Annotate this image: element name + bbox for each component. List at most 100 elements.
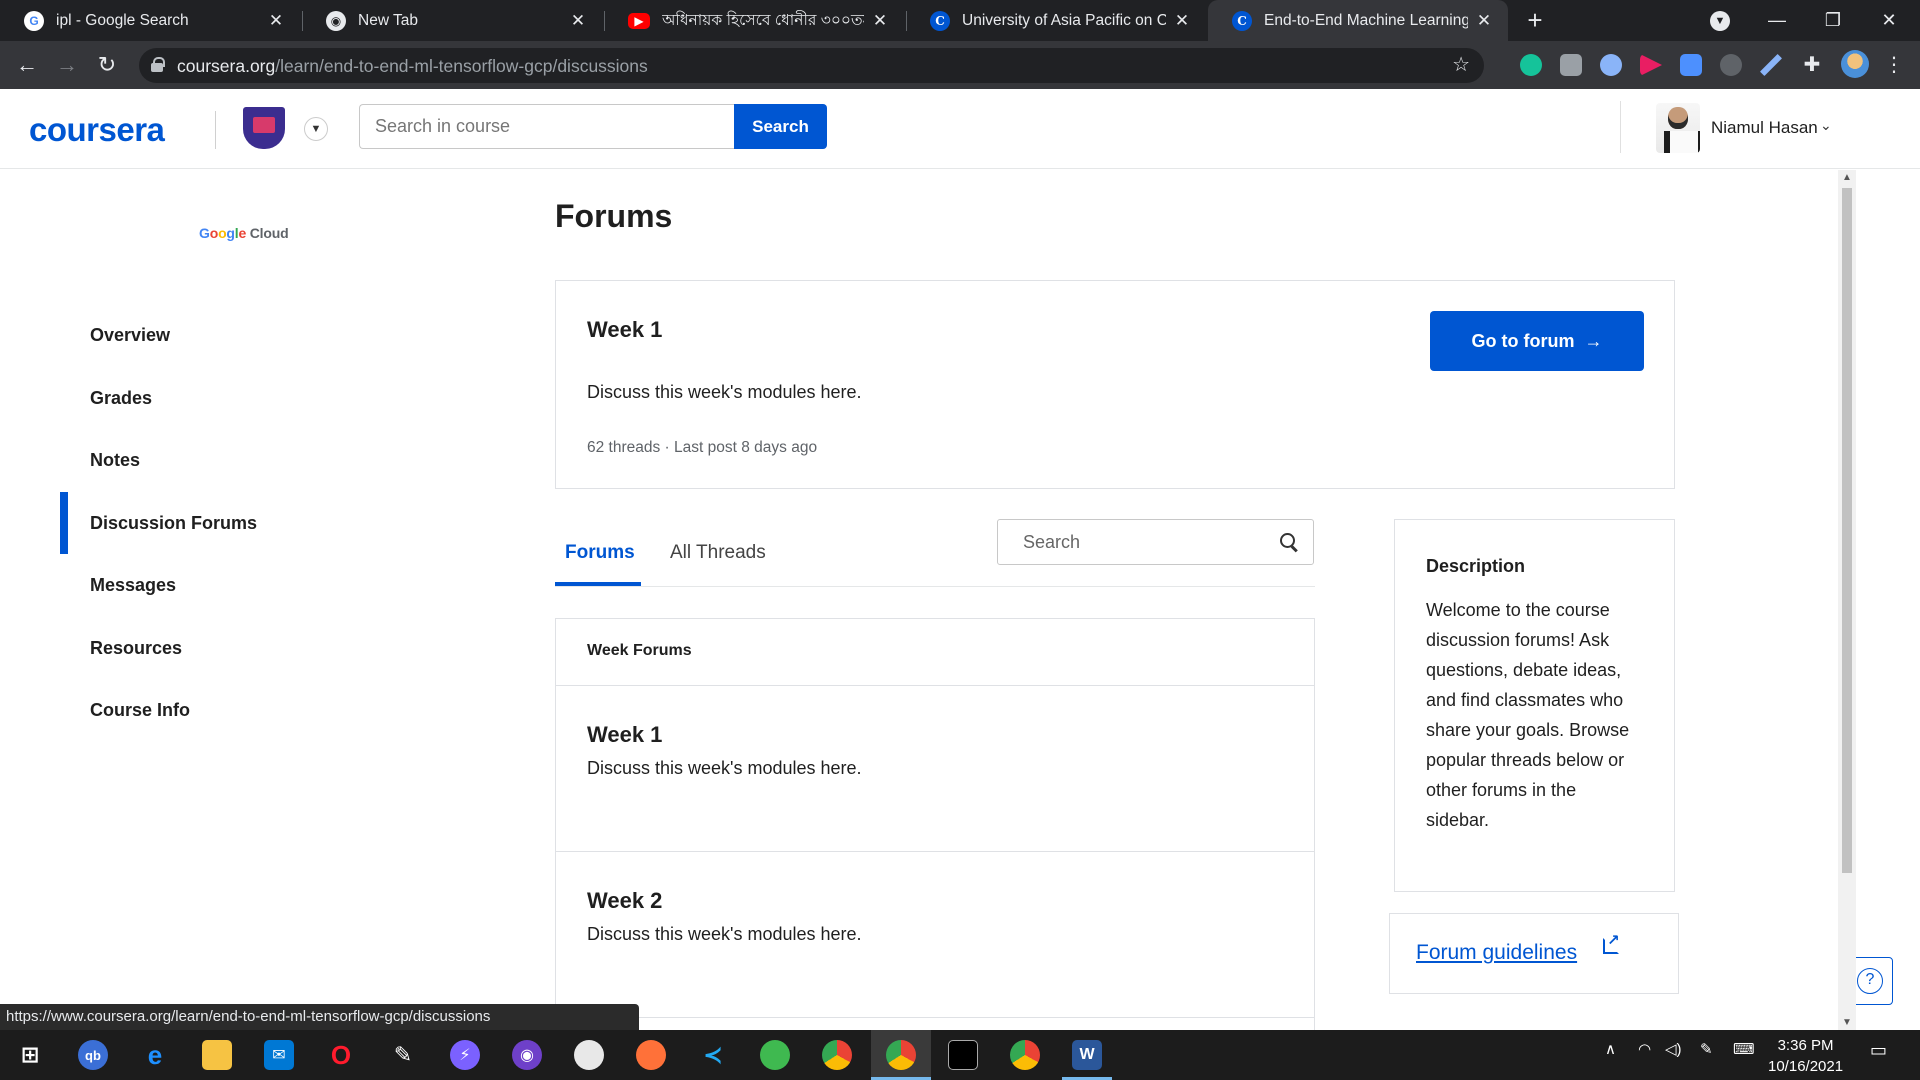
bookmark-star-icon[interactable]: ☆ [1452,52,1470,77]
edge-icon[interactable]: e [140,1040,170,1070]
user-avatar[interactable] [1656,103,1700,153]
inkscape-icon[interactable]: ✎ [388,1040,418,1070]
windows-taskbar: ⊞ qb e ✉ O ✎ ⚡ ◉ ≺ W ∧ ◠ ◁) ✎ ⌨ 3:36 PM … [0,1030,1920,1080]
windows-start-icon[interactable]: ⊞ [15,1040,45,1070]
back-icon[interactable]: ← [12,50,42,80]
search-button[interactable]: Search [734,104,827,149]
tab-title: End-to-End Machine Learning wi [1264,11,1468,29]
tab-forums[interactable]: Forums [565,542,635,564]
terminal-icon[interactable] [948,1040,978,1070]
user-name[interactable]: Niamul Hasan [1711,118,1818,138]
go-to-forum-label: Go to forum [1471,330,1575,351]
chrome-icon[interactable] [886,1040,916,1070]
wifi-icon[interactable]: ◠ [1638,1040,1651,1058]
forum-title[interactable]: Week 1 [587,722,1283,748]
qb-icon[interactable]: qb [78,1040,108,1070]
play-extension-icon[interactable] [1640,54,1662,76]
puzzle-extensions-icon[interactable]: ✚ [1797,50,1827,80]
browser-tab-3[interactable]: ▶ অধিনায়ক হিসেবে ধোনীর ৩০০তম ✕ [604,0,904,41]
forum-guidelines-link[interactable]: Forum guidelines [1416,941,1577,965]
browser-menu-icon[interactable]: ⋮ [1884,52,1904,77]
external-link-icon[interactable] [1603,931,1620,954]
chrome-icon: ◉ [326,10,346,31]
close-tab-icon[interactable]: ✕ [1474,11,1494,31]
tab-title: অধিনায়ক হিসেবে ধোনীর ৩০০তম [662,11,864,29]
link-extension-icon[interactable] [1720,54,1742,76]
coursera-icon: C [1232,10,1252,31]
volume-icon[interactable]: ◁) [1665,1040,1682,1058]
chevron-down-icon[interactable]: ⌄ [1820,117,1832,134]
new-tab-button[interactable]: + [1520,5,1550,35]
pen-icon[interactable]: ✎ [1700,1040,1713,1058]
coursera-logo[interactable]: coursera [29,111,165,149]
forum-search-input[interactable] [998,520,1268,564]
arrow-right-icon: → [1584,330,1603,351]
browser-tab-1[interactable]: G ipl - Google Search ✕ [0,0,300,41]
firefox-icon[interactable] [636,1040,666,1070]
scroll-down-icon[interactable]: ▼ [1842,1017,1852,1028]
list-item[interactable]: Week 1 Discuss this week's modules here. [556,686,1314,852]
close-tab-icon[interactable]: ✕ [870,11,890,31]
featured-forum-title[interactable]: Week 1 [587,317,662,343]
word-icon[interactable]: W [1072,1040,1102,1070]
system-clock[interactable]: 3:36 PM 10/16/2021 [1768,1035,1843,1077]
minimize-icon[interactable]: — [1754,0,1800,41]
page-title: Forums [555,198,673,234]
vscode-icon[interactable]: ≺ [698,1040,728,1070]
close-tab-icon[interactable]: ✕ [568,11,588,31]
forum-description: Discuss this week's modules here. [587,924,862,944]
notifications-icon[interactable]: ▭ [1870,1040,1887,1061]
opera-icon[interactable]: O [326,1040,356,1070]
pen-extension-icon[interactable] [1760,54,1782,76]
scroll-up-icon[interactable]: ▲ [1842,172,1852,183]
close-tab-icon[interactable]: ✕ [1172,11,1192,31]
tab-title: ipl - Google Search [56,11,189,29]
sidebar-item-discussion-forums[interactable]: Discussion Forums [90,513,257,534]
youtube-icon: ▶ [628,12,650,29]
close-window-icon[interactable]: ✕ [1866,0,1912,41]
course-search-input[interactable] [359,104,734,149]
browser-profile-avatar[interactable] [1841,50,1869,78]
close-tab-icon[interactable]: ✕ [266,11,286,31]
sidebar-item-overview[interactable]: Overview [90,325,170,346]
download-extension-icon[interactable] [1680,54,1702,76]
week-forums-list: Week Forums Week 1 Discuss this week's m… [555,618,1315,1038]
tray-chevron-up-icon[interactable]: ∧ [1605,1040,1616,1058]
file-explorer-icon[interactable] [202,1040,232,1070]
browser-tab-5-active[interactable]: C End-to-End Machine Learning wi ✕ [1208,0,1508,41]
google-cloud-logo: Google Cloud [199,225,289,241]
mail-icon[interactable]: ✉ [264,1040,294,1070]
app-icon[interactable] [760,1040,790,1070]
address-bar[interactable]: coursera.org/learn/end-to-end-ml-tensorf… [139,48,1484,83]
chrome-profile-icon[interactable] [1010,1040,1040,1070]
sidebar-item-course-info[interactable]: Course Info [90,700,190,721]
page-scrollbar[interactable]: ▲ ▼ [1838,170,1856,1030]
messenger-icon[interactable]: ⚡ [450,1040,480,1070]
browser-tab-2[interactable]: ◉ New Tab ✕ [302,0,602,41]
university-logo[interactable] [243,107,285,149]
search-icon[interactable] [1280,533,1298,551]
browser-tab-4[interactable]: C University of Asia Pacific on Cour ✕ [906,0,1206,41]
sidebar-item-messages[interactable]: Messages [90,575,176,596]
reload-icon[interactable]: ↻ [92,50,122,80]
keyboard-icon[interactable]: ⌨ [1733,1040,1755,1058]
chrome-icon[interactable] [822,1040,852,1070]
chevron-down-icon[interactable]: ▼ [304,117,328,141]
paint-icon[interactable] [574,1040,604,1070]
scrollbar-thumb[interactable] [1842,188,1852,873]
github-icon[interactable]: ◉ [512,1040,542,1070]
forum-title[interactable]: Week 2 [587,888,1283,914]
grammarly-icon[interactable] [1520,54,1542,76]
list-item[interactable]: Week 2 Discuss this week's modules here. [556,852,1314,1018]
camera-extension-icon[interactable] [1560,54,1582,76]
sidebar-item-grades[interactable]: Grades [90,388,152,409]
sidebar-item-resources[interactable]: Resources [90,638,182,659]
lock-icon[interactable] [151,57,165,72]
tab-search-icon[interactable]: ▼ [1710,11,1730,31]
extension-icon[interactable] [1600,54,1622,76]
go-to-forum-button[interactable]: Go to forum → [1430,311,1644,371]
sidebar-item-notes[interactable]: Notes [90,450,140,471]
restore-icon[interactable]: ❐ [1810,0,1856,41]
forward-icon[interactable]: → [52,50,82,80]
tab-all-threads[interactable]: All Threads [670,542,766,564]
